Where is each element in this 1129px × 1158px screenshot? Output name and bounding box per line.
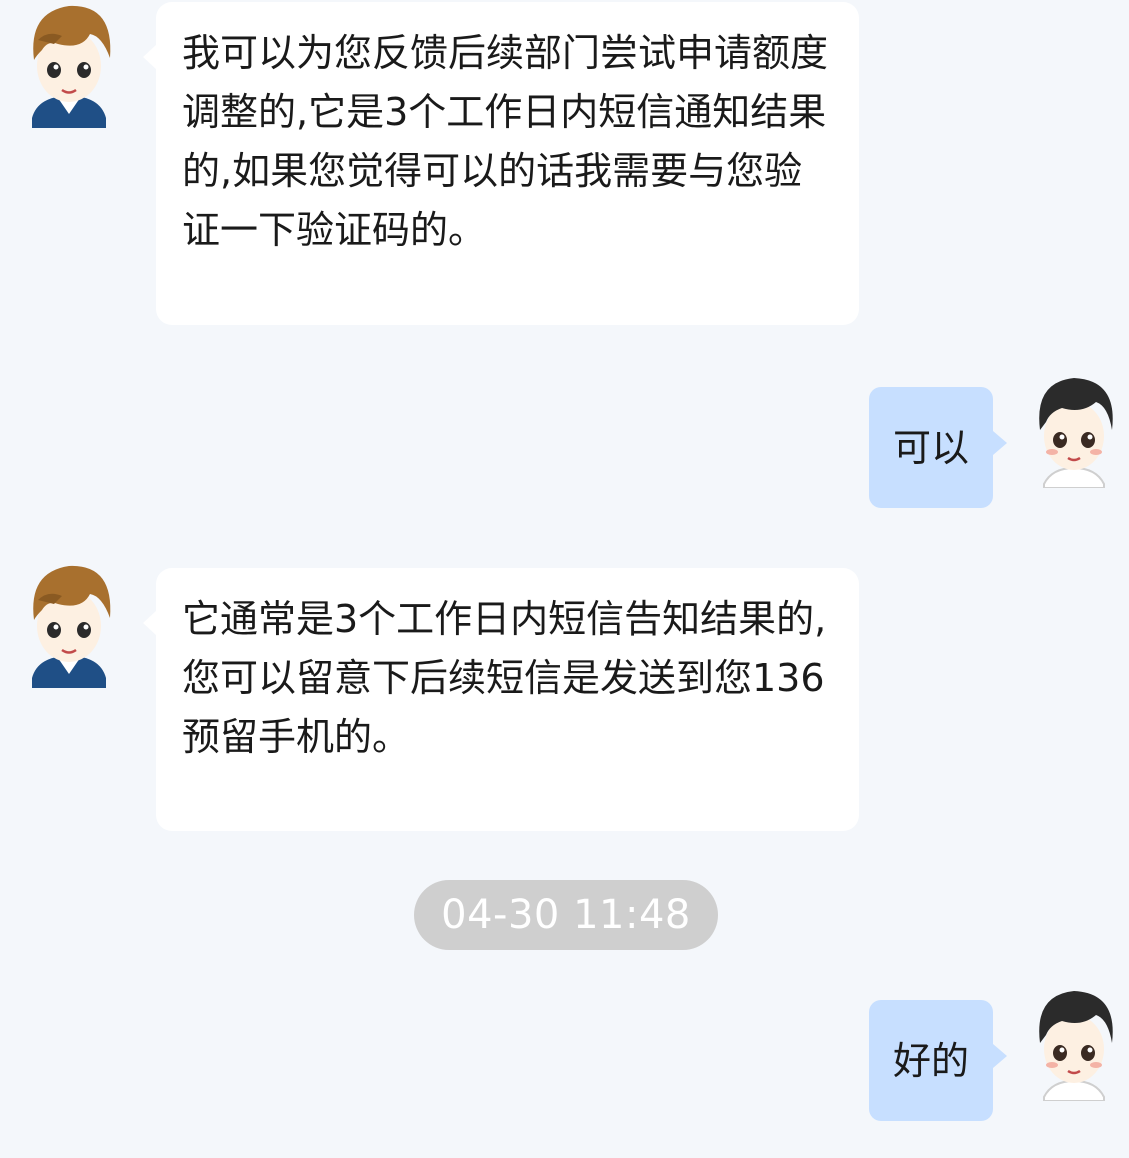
message-text: 好的 [892, 1038, 969, 1083]
message-bubble[interactable]: 可以 [869, 387, 993, 508]
bubble-tail [143, 610, 157, 636]
bubble-tail [993, 1044, 1007, 1068]
user-avatar-icon[interactable] [1022, 372, 1126, 489]
message-bubble[interactable]: 它通常是3个工作日内短信告知结果的,您可以留意下后续短信是发送到您136预留手机… [156, 568, 859, 831]
timestamp-pill: 04-30 11:48 [414, 880, 718, 950]
message-text: 可以 [892, 425, 969, 470]
user-avatar-icon[interactable] [1022, 985, 1126, 1102]
timestamp-text: 04-30 11:48 [441, 892, 691, 938]
message-text: 它通常是3个工作日内短信告知结果的,您可以留意下后续短信是发送到您136预留手机… [182, 597, 827, 759]
message-text: 我可以为您反馈后续部门尝试申请额度调整的,它是3个工作日内短信通知结果的,如果您… [182, 31, 829, 252]
agent-avatar-icon[interactable] [18, 560, 120, 688]
agent-avatar-icon[interactable] [18, 0, 120, 128]
message-bubble[interactable]: 我可以为您反馈后续部门尝试申请额度调整的,它是3个工作日内短信通知结果的,如果您… [156, 2, 859, 325]
message-bubble[interactable]: 好的 [869, 1000, 993, 1121]
bubble-tail [993, 431, 1007, 455]
bubble-tail [143, 44, 157, 70]
